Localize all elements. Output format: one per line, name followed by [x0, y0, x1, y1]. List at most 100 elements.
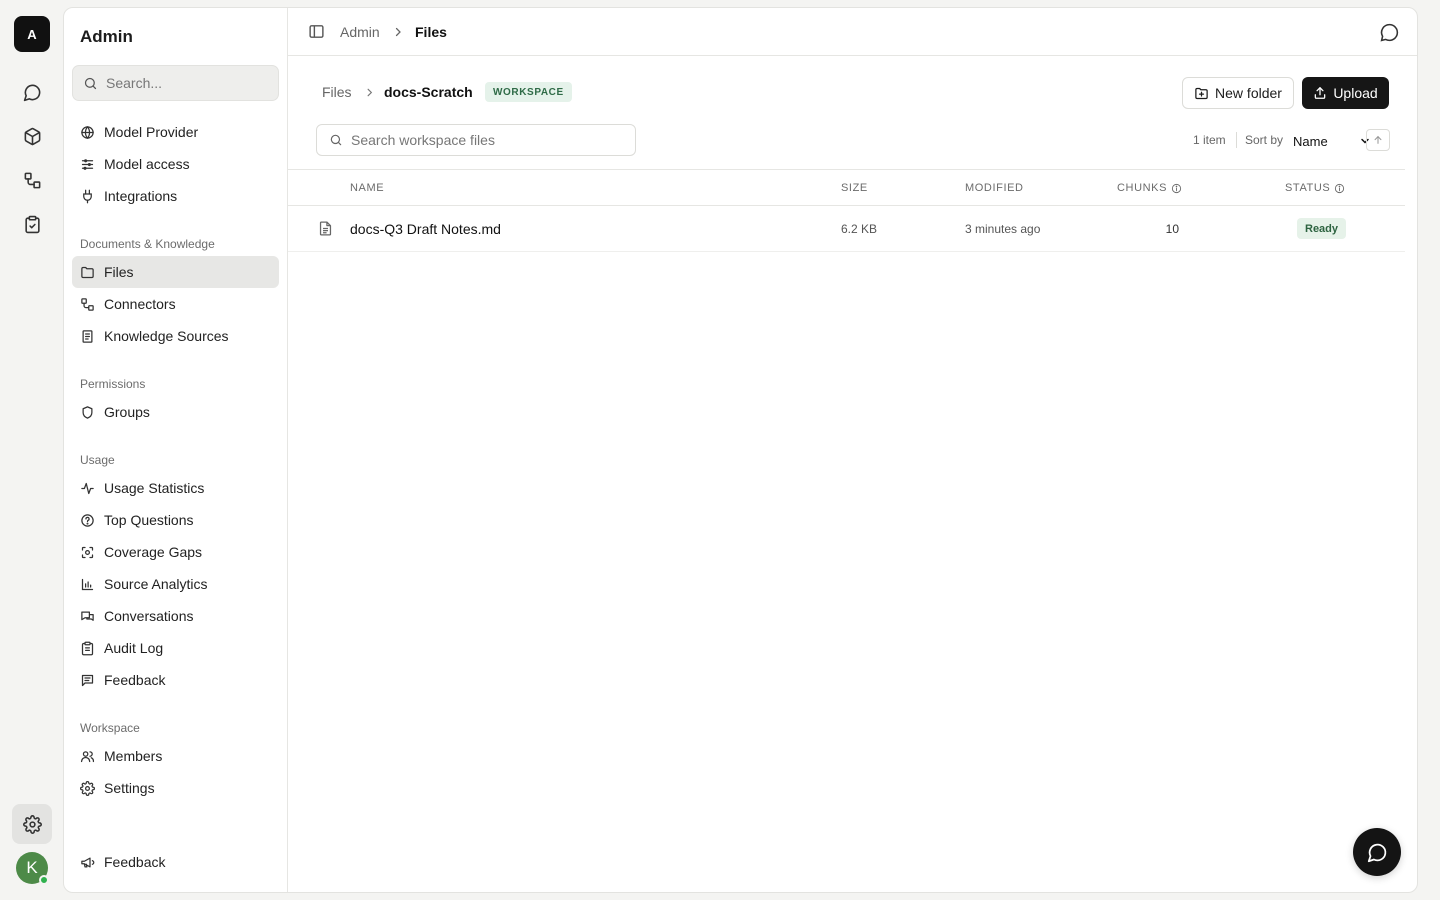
sidebar-item-connectors[interactable]: Connectors: [72, 288, 279, 320]
sidebar-item-label: Model Provider: [104, 124, 199, 140]
column-header-label: MODIFIED: [965, 182, 1024, 194]
info-icon[interactable]: [1334, 183, 1345, 194]
message-square-text-icon: [81, 674, 94, 686]
bar-chart-icon: [81, 578, 94, 590]
section-documents-knowledge: Documents & Knowledge: [80, 237, 215, 251]
sidebar-item-label: Audit Log: [104, 640, 164, 656]
clipboard-list-icon: [81, 641, 94, 655]
sidebar-item-members[interactable]: Members: [72, 740, 279, 772]
column-header-name[interactable]: NAME: [350, 182, 384, 194]
upload-label: Upload: [1333, 85, 1378, 101]
users-icon: [80, 750, 95, 762]
sidebar-item-integrations[interactable]: Integrations: [72, 180, 279, 212]
sort-select[interactable]: Name: [1293, 129, 1375, 153]
avatar-letter: K: [26, 858, 38, 877]
breadcrumb-admin[interactable]: Admin: [340, 24, 380, 40]
column-header-label: NAME: [350, 182, 385, 194]
chat-bubble-icon[interactable]: [1379, 22, 1400, 43]
sidebar-item-label: Groups: [104, 404, 150, 420]
sidebar-toggle-icon[interactable]: [308, 23, 325, 40]
icon-rail: A K: [0, 0, 64, 900]
sidebar-item-knowledge-sources[interactable]: Knowledge Sources: [72, 320, 279, 352]
sidebar-search[interactable]: [72, 65, 279, 101]
chat-fab-button[interactable]: [1353, 828, 1401, 876]
user-avatar[interactable]: K: [16, 852, 49, 885]
sidebar-item-feedback[interactable]: Feedback: [72, 664, 279, 696]
scan-icon: [81, 546, 94, 558]
sidebar-item-model-provider[interactable]: Model Provider: [72, 116, 279, 148]
book-icon: [82, 329, 93, 343]
sidebar-item-label: Model access: [104, 156, 190, 172]
sort-select-value: Name: [1293, 133, 1328, 149]
messages-icon: [81, 611, 94, 621]
sidebar-title: Admin: [80, 27, 133, 46]
sidebar-item-coverage-gaps[interactable]: Coverage Gaps: [72, 536, 279, 568]
top-bar: Admin Files: [288, 8, 1417, 56]
status-badge: Ready: [1297, 218, 1347, 239]
upload-icon: [1315, 87, 1326, 99]
help-circle-icon: [81, 513, 94, 527]
chat-icon[interactable]: [12, 72, 52, 112]
plug-icon: [83, 189, 92, 203]
search-icon: [84, 77, 97, 89]
connectors-icon[interactable]: [12, 160, 52, 200]
cube-icon[interactable]: [12, 116, 52, 156]
info-icon[interactable]: [1171, 183, 1182, 194]
column-header-chunks[interactable]: CHUNKS: [1117, 182, 1182, 194]
sort-direction-button[interactable]: [1366, 129, 1390, 151]
sidebar-item-label: Feedback: [104, 854, 166, 870]
online-status-dot: [39, 875, 49, 885]
sidebar-bottom-feedback[interactable]: Feedback: [72, 846, 279, 878]
sidebar-item-label: Members: [104, 748, 163, 764]
sidebar-item-groups[interactable]: Groups: [72, 396, 279, 428]
column-header-size[interactable]: SIZE: [841, 182, 868, 194]
sidebar-item-audit-log[interactable]: Audit Log: [72, 632, 279, 664]
sidebar-item-label: Files: [104, 264, 134, 280]
globe-icon: [81, 125, 94, 139]
sidebar-item-files[interactable]: Files: [72, 256, 279, 288]
sidebar-item-label: Conversations: [104, 608, 194, 624]
connectors-icon: [81, 297, 94, 311]
folder-icon: [81, 266, 94, 278]
file-size: 6.2 KB: [841, 222, 878, 236]
new-folder-button[interactable]: New folder: [1182, 77, 1294, 109]
column-header-label: SIZE: [841, 182, 868, 194]
section-workspace: Workspace: [80, 721, 140, 735]
sidebar-item-label: Coverage Gaps: [104, 544, 203, 560]
sliders-icon: [81, 158, 94, 170]
workspace-logo[interactable]: A: [14, 16, 50, 52]
sidebar-item-label: Knowledge Sources: [104, 328, 229, 344]
gear-icon: [80, 780, 95, 796]
file-modified: 3 minutes ago: [965, 222, 1041, 236]
file-chunks: 10: [1165, 222, 1179, 236]
file-name[interactable]: docs-Q3 Draft Notes.md: [350, 221, 501, 237]
sidebar-item-conversations[interactable]: Conversations: [72, 600, 279, 632]
sidebar-item-usage-statistics[interactable]: Usage Statistics: [72, 472, 279, 504]
admin-sidebar: Admin Model Provider Model access Integr…: [64, 8, 288, 892]
sidebar-item-label: Top Questions: [104, 512, 194, 528]
column-header-label: CHUNKS: [1117, 182, 1168, 194]
sidebar-item-label: Usage Statistics: [104, 480, 205, 496]
sidebar-item-settings[interactable]: Settings: [72, 772, 279, 804]
sort-by-label: Sort by: [1245, 133, 1284, 147]
workspace-file-search[interactable]: [316, 124, 636, 156]
search-icon: [330, 134, 342, 146]
sidebar-search-input[interactable]: [106, 75, 266, 91]
sidebar-item-label: Integrations: [104, 188, 178, 204]
breadcrumb-files: Files: [415, 24, 447, 40]
sidebar-item-source-analytics[interactable]: Source Analytics: [72, 568, 279, 600]
clipboard-check-icon[interactable]: [12, 204, 52, 244]
workspace-search-input[interactable]: [351, 132, 621, 148]
gear-icon[interactable]: [12, 804, 52, 844]
sidebar-item-top-questions[interactable]: Top Questions: [72, 504, 279, 536]
sidebar-item-model-access[interactable]: Model access: [72, 148, 279, 180]
column-header-status[interactable]: STATUS: [1285, 182, 1345, 194]
column-header-modified[interactable]: MODIFIED: [965, 182, 1024, 194]
sidebar-item-label: Settings: [104, 780, 155, 796]
shield-icon: [82, 405, 93, 419]
section-permissions: Permissions: [80, 377, 146, 391]
table-row[interactable]: docs-Q3 Draft Notes.md 6.2 KB 3 minutes …: [288, 206, 1405, 252]
file-text-icon: [319, 221, 332, 236]
upload-button[interactable]: Upload: [1302, 77, 1389, 109]
content-breadcrumb-files[interactable]: Files: [322, 84, 352, 100]
